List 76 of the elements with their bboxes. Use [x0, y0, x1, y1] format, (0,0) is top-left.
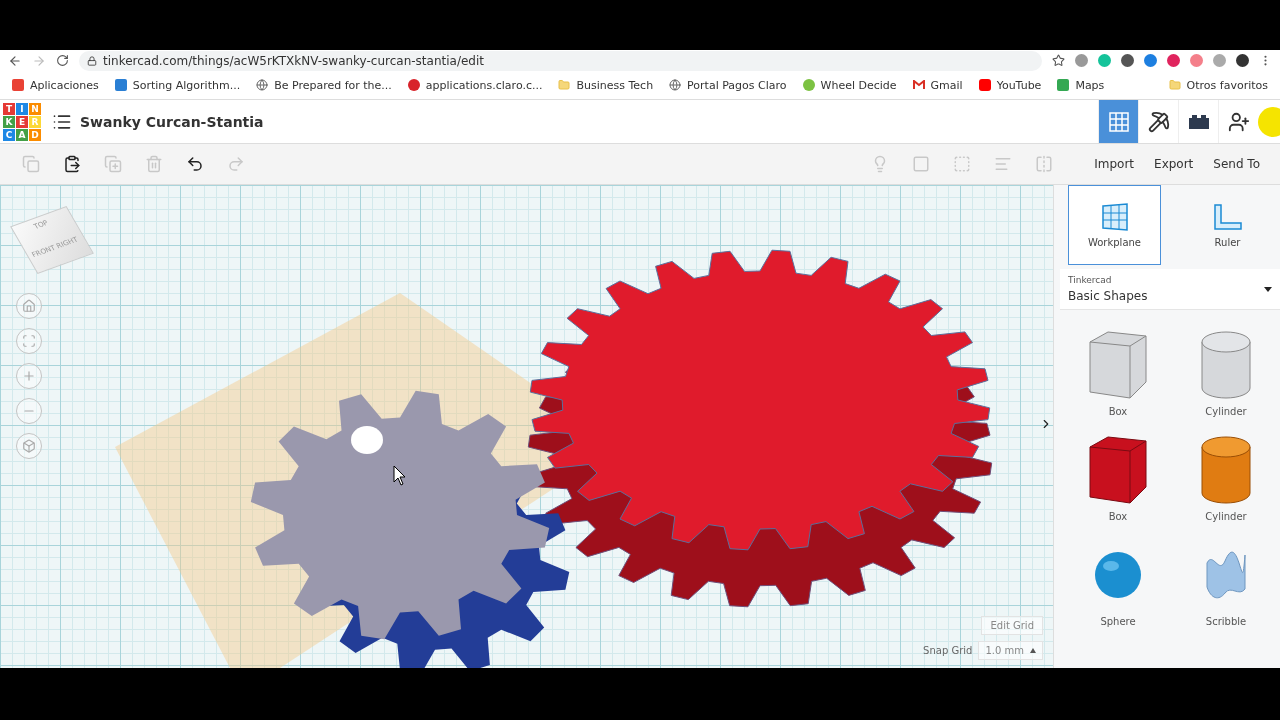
- grid-icon: [1108, 111, 1129, 132]
- zoom-out-button[interactable]: [16, 398, 42, 424]
- snap-grid-select[interactable]: 1.0 mm: [978, 641, 1043, 660]
- bookmark-icon: [407, 79, 420, 92]
- bookmark-link[interactable]: Portal Pagos Claro: [669, 78, 787, 92]
- bookmark-link[interactable]: Business Tech: [558, 78, 654, 92]
- map-icon: [1057, 79, 1070, 92]
- address-bar[interactable]: tinkercad.com/things/acW5rKTXkNV-swanky-curcan-stantia/edit: [79, 50, 1042, 71]
- apps-icon: [12, 79, 24, 92]
- home-button[interactable]: [16, 293, 42, 319]
- home-icon: [22, 299, 36, 313]
- bookmark-link[interactable]: Sorting Algorithm...: [114, 78, 241, 92]
- pickaxe-icon: [1147, 110, 1170, 133]
- action-button[interactable]: Export: [1144, 148, 1204, 180]
- shape-label: Scribble: [1205, 616, 1247, 627]
- cursor-icon: [393, 465, 406, 486]
- panel-tool-button[interactable]: Ruler: [1181, 185, 1274, 265]
- design-title: Swanky Curcan-Stantia: [80, 113, 264, 130]
- bookmark-link[interactable]: Maps: [1057, 78, 1105, 92]
- mail-icon: [912, 80, 925, 91]
- app-logo[interactable]: T I N K E R C A D: [0, 99, 44, 144]
- lock-icon: [87, 55, 97, 66]
- snap-grid-label: Snap Grid: [923, 645, 973, 656]
- shape-label: Cylinder: [1205, 511, 1247, 522]
- bookmark-link[interactable]: Wheel Decide: [802, 78, 897, 92]
- shape-library-select[interactable]: Tinkercad Basic Shapes: [1060, 269, 1280, 310]
- extension-icon[interactable]: [1121, 54, 1134, 68]
- play-icon: [978, 79, 991, 92]
- bookmark-icon: [114, 79, 127, 92]
- sphere-icon: [1093, 550, 1143, 600]
- workplane-icon: [1099, 202, 1130, 231]
- caret-icon: [1030, 648, 1036, 653]
- profile-avatar[interactable]: [1236, 54, 1249, 68]
- caret-icon: [1264, 286, 1272, 292]
- bookmark-link[interactable]: Aplicaciones: [12, 78, 99, 92]
- fit-view-icon: [22, 334, 36, 348]
- shape-label: Cylinder: [1205, 406, 1247, 417]
- shape-label: Sphere: [1100, 616, 1136, 627]
- bookmark-link[interactable]: YouTube: [978, 78, 1042, 92]
- back-icon[interactable]: [8, 53, 22, 68]
- scribble-icon: [1203, 549, 1249, 601]
- hole-box-icon: [1086, 330, 1150, 400]
- brick-icon: [1187, 113, 1210, 130]
- folder-icon: [1168, 79, 1181, 92]
- extension-icon[interactable]: [1167, 54, 1180, 68]
- ruler-icon: [1212, 202, 1243, 231]
- cube-icon: [22, 439, 36, 453]
- zoom-in-icon: [22, 369, 36, 383]
- panel-tool-button[interactable]: Workplane: [1068, 185, 1161, 265]
- shape-label: Box: [1108, 406, 1128, 417]
- globe-icon: [669, 79, 682, 92]
- action-button[interactable]: Import: [1084, 148, 1145, 180]
- action-button[interactable]: Send To: [1203, 148, 1270, 180]
- zoom-in-button[interactable]: [16, 363, 42, 389]
- url-text: tinkercad.com/things/acW5rKTXkNV-swanky-curcan-stantia/edit: [103, 53, 484, 68]
- shape-label: Box: [1108, 511, 1128, 522]
- cube-button[interactable]: [16, 433, 42, 459]
- bookmark-link[interactable]: applications.claro.c...: [407, 78, 543, 92]
- bookmark-folder[interactable]: Otros favoritos: [1168, 78, 1268, 92]
- library-category: Basic Shapes: [1068, 289, 1149, 303]
- cylinder-icon: [1200, 435, 1252, 505]
- hole-cylinder-icon: [1200, 330, 1252, 400]
- box-icon: [1086, 435, 1150, 505]
- bookmark-link[interactable]: Gmail: [912, 78, 963, 92]
- folder-icon: [558, 79, 571, 92]
- library-source: Tinkercad: [1068, 275, 1113, 285]
- add-user-icon: [1227, 110, 1250, 133]
- edit-grid-button[interactable]: Edit Grid: [981, 616, 1043, 635]
- fit-view-button[interactable]: [16, 328, 42, 354]
- globe-icon: [256, 79, 269, 92]
- forward-icon[interactable]: [32, 53, 46, 68]
- star-icon[interactable]: [1052, 54, 1065, 68]
- reload-icon[interactable]: [56, 54, 69, 68]
- wheel-icon: [802, 79, 815, 92]
- bookmark-link[interactable]: Be Prepared for the...: [256, 78, 392, 92]
- extension-icon[interactable]: [1144, 54, 1157, 68]
